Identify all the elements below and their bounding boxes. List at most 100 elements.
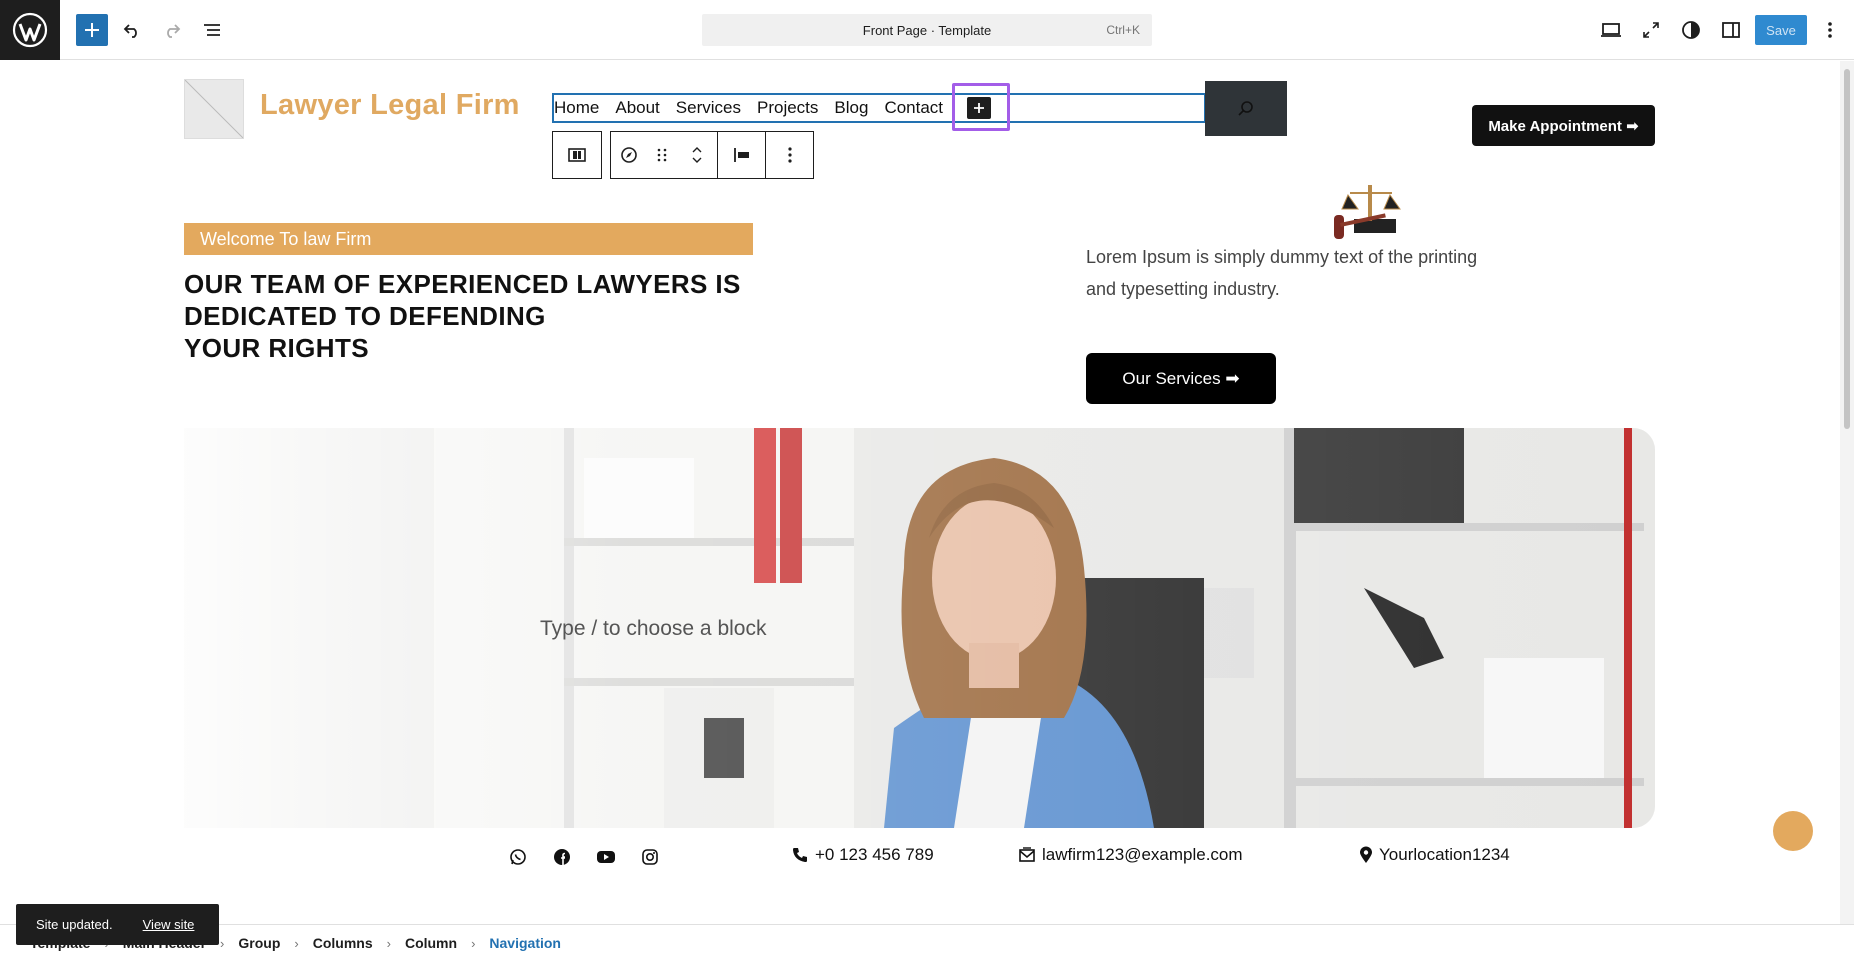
justice-scales-image — [1334, 185, 1401, 239]
contrast-icon — [1682, 21, 1700, 39]
block-breadcrumb: Template › Main Header › Group › Columns… — [0, 924, 1854, 961]
navigation-block-type-button[interactable] — [611, 132, 647, 178]
phone-number: +0 123 456 789 — [815, 845, 934, 864]
block-placeholder-text[interactable]: Type / to choose a block — [540, 617, 766, 641]
whatsapp-link[interactable] — [507, 846, 529, 868]
phone-icon — [793, 848, 807, 862]
youtube-icon — [597, 851, 615, 863]
list-view-icon — [204, 24, 220, 36]
chevron-right-icon: › — [220, 935, 225, 951]
snackbar-notice: Site updated. View site — [16, 904, 219, 945]
hero-heading-line: OUR TEAM OF EXPERIENCED LAWYERS IS — [184, 269, 741, 299]
chevron-up-icon — [692, 147, 702, 153]
drag-handle[interactable] — [647, 132, 677, 178]
desktop-icon — [1601, 23, 1621, 37]
nav-item-services[interactable]: Services — [676, 98, 741, 118]
snackbar-message: Site updated. — [36, 917, 113, 932]
location-pin-icon — [1360, 846, 1372, 863]
email-address: lawfirm123@example.com — [1042, 845, 1243, 864]
wordpress-logo-button[interactable] — [0, 0, 60, 60]
add-block-button[interactable] — [76, 14, 108, 46]
chevron-right-icon: › — [471, 935, 476, 951]
more-vertical-icon — [1828, 22, 1832, 38]
view-site-link[interactable]: View site — [143, 917, 195, 932]
nav-item-contact[interactable]: Contact — [884, 98, 943, 118]
hero-heading-line: YOUR RIGHTS — [184, 333, 369, 363]
add-nav-item-button[interactable] — [967, 97, 991, 119]
block-move-group — [610, 131, 814, 179]
search-icon — [1238, 100, 1253, 116]
lawyer-photo — [184, 428, 1655, 828]
breadcrumb-current: Navigation — [489, 935, 561, 951]
instagram-icon — [642, 849, 658, 865]
nav-add-item-highlight — [952, 83, 1010, 131]
nav-item-home[interactable]: Home — [554, 98, 599, 118]
command-shortcut: Ctrl+K — [1106, 23, 1140, 37]
preview-device-button[interactable] — [1595, 14, 1627, 46]
breadcrumb-item[interactable]: Group — [238, 935, 280, 951]
breadcrumb-item[interactable]: Columns — [313, 935, 373, 951]
redo-icon — [167, 24, 181, 38]
save-button[interactable]: Save — [1755, 15, 1807, 45]
justify-button[interactable] — [717, 132, 765, 178]
editor-canvas[interactable]: Lawyer Legal Firm Home About Services Pr… — [0, 61, 1840, 924]
instagram-link[interactable] — [639, 846, 661, 868]
canvas-scrollbar[interactable] — [1840, 61, 1854, 924]
contact-phone: +0 123 456 789 — [791, 845, 934, 865]
our-services-button[interactable]: Our Services ➡ — [1086, 353, 1276, 404]
search-button[interactable] — [1205, 81, 1287, 136]
scrollbar-thumb[interactable] — [1844, 69, 1850, 429]
styles-button[interactable] — [1675, 14, 1707, 46]
block-options-button[interactable] — [765, 132, 813, 178]
scroll-to-top-button[interactable] — [1773, 811, 1813, 851]
document-title-bar[interactable]: Front Page · Template Ctrl+K — [702, 14, 1152, 46]
site-logo-placeholder[interactable] — [184, 79, 244, 139]
plus-icon — [85, 23, 99, 37]
document-overview-button[interactable] — [196, 14, 228, 46]
redo-button[interactable] — [156, 14, 188, 46]
expand-icon — [1643, 22, 1659, 38]
more-vertical-icon — [787, 147, 792, 163]
navigation-block[interactable]: Home About Services Projects Blog Contac… — [552, 93, 1206, 123]
undo-button[interactable] — [116, 14, 148, 46]
chevron-right-icon: › — [294, 935, 299, 951]
image-placeholder-icon — [185, 80, 243, 138]
nav-item-about[interactable]: About — [615, 98, 659, 118]
contact-info-row: +0 123 456 789 lawfirm123@example.com Yo… — [0, 843, 1840, 873]
sidebar-icon — [1722, 22, 1740, 38]
wordpress-icon — [12, 12, 48, 48]
hero-cover-image[interactable] — [184, 428, 1655, 828]
block-parent-group — [552, 131, 602, 179]
breadcrumb-item[interactable]: Column — [405, 935, 457, 951]
settings-sidebar-button[interactable] — [1715, 14, 1747, 46]
select-parent-button[interactable] — [553, 132, 601, 178]
block-toolbar — [552, 131, 822, 179]
site-title[interactable]: Lawyer Legal Firm — [260, 89, 520, 122]
hero-heading: OUR TEAM OF EXPERIENCED LAWYERS IS DEDIC… — [184, 268, 784, 364]
location-text: Yourlocation1234 — [1379, 845, 1510, 864]
nav-item-projects[interactable]: Projects — [757, 98, 818, 118]
whatsapp-icon — [510, 849, 526, 865]
facebook-link[interactable] — [551, 846, 573, 868]
drag-handle-icon — [657, 148, 667, 162]
hero-heading-line: DEDICATED TO DEFENDING — [184, 301, 546, 331]
chevron-down-icon — [692, 157, 702, 163]
youtube-link[interactable] — [595, 846, 617, 868]
nav-item-blog[interactable]: Blog — [834, 98, 868, 118]
move-up-down-buttons[interactable] — [677, 132, 717, 178]
options-menu-button[interactable] — [1815, 14, 1845, 46]
document-title: Front Page · Template — [862, 22, 992, 38]
fullscreen-button[interactable] — [1635, 14, 1667, 46]
envelope-icon — [1019, 847, 1035, 862]
columns-icon — [568, 148, 586, 162]
plus-icon — [974, 103, 984, 113]
facebook-icon — [554, 849, 570, 865]
compass-icon — [621, 147, 637, 163]
contact-location: Yourlocation1234 — [1359, 845, 1510, 865]
intro-text: Lorem Ipsum is simply dummy text of the … — [1086, 247, 1478, 299]
undo-icon — [123, 24, 137, 38]
editor-top-toolbar: Front Page · Template Ctrl+K Save — [0, 0, 1854, 60]
chevron-right-icon: › — [386, 935, 391, 951]
justify-left-icon — [733, 148, 749, 162]
make-appointment-button[interactable]: Make Appointment ➡ — [1472, 105, 1655, 146]
